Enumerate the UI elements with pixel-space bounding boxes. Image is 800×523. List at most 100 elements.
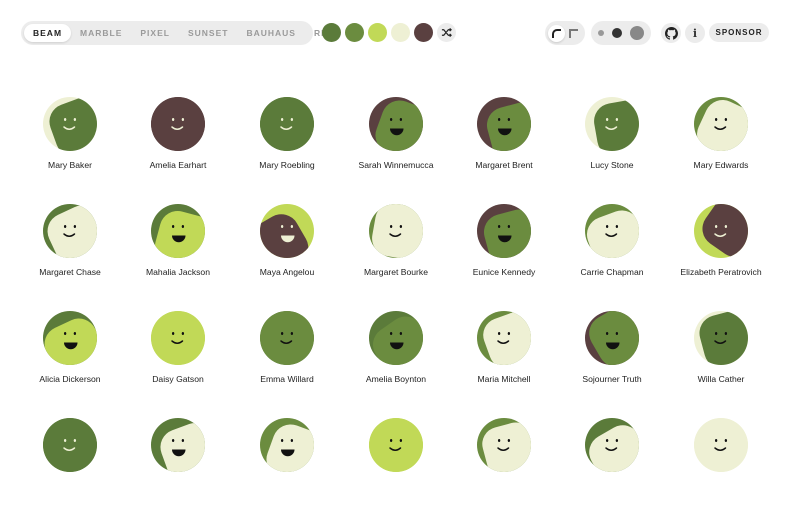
size-medium-button[interactable] [612, 28, 622, 38]
avatar [585, 204, 639, 258]
avatar [585, 418, 639, 472]
avatar-card[interactable] [665, 418, 777, 523]
info-button[interactable]: i [685, 23, 705, 43]
avatar-name: Mary Edwards [693, 160, 749, 170]
variant-tab-beam[interactable]: BEAM [24, 24, 72, 42]
avatar-name: Mahalia Jackson [145, 267, 210, 277]
avatar [151, 311, 205, 365]
avatar-card[interactable]: Maria Mitchell [448, 311, 560, 416]
palette-swatch[interactable] [391, 23, 410, 42]
size-toggle [591, 21, 651, 45]
avatar-name: Maya Angelou [259, 267, 315, 277]
avatar [477, 97, 531, 151]
avatar [585, 311, 639, 365]
avatar-card[interactable]: Mary Baker [14, 97, 126, 202]
round-shape-button[interactable] [548, 24, 565, 42]
avatar-card[interactable]: Emma Willard [231, 311, 343, 416]
avatar-name: Maria Mitchell [477, 374, 531, 384]
variant-tab-pixel[interactable]: PIXEL [131, 24, 179, 42]
avatar [694, 311, 748, 365]
size-large-button[interactable] [630, 26, 644, 40]
avatar [43, 418, 97, 472]
palette-swatches [322, 23, 456, 42]
avatar [151, 97, 205, 151]
avatar-card[interactable]: Maya Angelou [231, 204, 343, 309]
sponsor-button[interactable]: SPONSOR [709, 23, 769, 42]
avatar-card[interactable]: Lucy Stone [556, 97, 668, 202]
avatar [43, 204, 97, 258]
palette-swatch[interactable] [322, 23, 341, 42]
avatar-name: Daisy Gatson [152, 374, 204, 384]
avatar [151, 204, 205, 258]
square-shape-button[interactable] [565, 25, 582, 42]
avatar-name: Alicia Dickerson [39, 374, 101, 384]
variant-tab-bauhaus[interactable]: BAUHAUS [237, 24, 305, 42]
info-icon: i [692, 26, 698, 40]
palette-swatch[interactable] [345, 23, 364, 42]
avatar-card[interactable]: Eunice Kennedy [448, 204, 560, 309]
avatar-card[interactable]: Sojourner Truth [556, 311, 668, 416]
avatar-name: Sarah Winnemucca [358, 160, 434, 170]
avatar-card[interactable]: Amelia Earhart [122, 97, 234, 202]
avatar [260, 418, 314, 472]
avatar-card[interactable]: Mary Edwards [665, 97, 777, 202]
avatar [694, 418, 748, 472]
avatar-card[interactable]: Margaret Bourke [340, 204, 452, 309]
shuffle-button[interactable] [437, 23, 456, 42]
avatar [43, 97, 97, 151]
avatar-card[interactable]: Amelia Boynton [340, 311, 452, 416]
avatar [369, 418, 423, 472]
toolbar: BEAMMARBLEPIXELSUNSETBAUHAUSRING i SPONS… [0, 0, 800, 66]
square-shape-icon [569, 28, 578, 38]
avatar-card[interactable] [231, 418, 343, 523]
avatar-name: Elizabeth Peratrovich [680, 267, 762, 277]
avatar-name: Eunice Kennedy [472, 267, 536, 277]
shape-toggle [545, 21, 585, 45]
size-small-button[interactable] [598, 30, 604, 36]
palette-swatch[interactable] [368, 23, 387, 42]
avatar-card[interactable]: Elizabeth Peratrovich [665, 204, 777, 309]
github-icon [664, 26, 678, 40]
avatar [151, 418, 205, 472]
avatar [369, 311, 423, 365]
avatar [477, 311, 531, 365]
avatar-name: Carrie Chapman [580, 267, 644, 277]
avatar-name: Emma Willard [260, 374, 314, 384]
avatar-card[interactable] [122, 418, 234, 523]
avatar [694, 97, 748, 151]
avatar-name: Amelia Earhart [149, 160, 207, 170]
avatar [43, 311, 97, 365]
avatar [585, 97, 639, 151]
avatar-name: Mary Roebling [259, 160, 315, 170]
palette-swatch[interactable] [414, 23, 433, 42]
avatar-name: Mary Baker [48, 160, 92, 170]
avatar-card[interactable]: Willa Cather [665, 311, 777, 416]
avatar-name: Sojourner Truth [582, 374, 642, 384]
variant-tab-marble[interactable]: MARBLE [71, 24, 131, 42]
avatar-name: Amelia Boynton [365, 374, 427, 384]
avatar-card[interactable]: Daisy Gatson [122, 311, 234, 416]
variant-tab-sunset[interactable]: SUNSET [179, 24, 237, 42]
avatar [260, 97, 314, 151]
avatar-card[interactable]: Mary Roebling [231, 97, 343, 202]
avatar [477, 418, 531, 472]
avatar-name: Margaret Chase [39, 267, 101, 277]
avatar [369, 204, 423, 258]
avatar [369, 97, 423, 151]
avatar [694, 204, 748, 258]
avatar-card[interactable]: Mahalia Jackson [122, 204, 234, 309]
avatar-card[interactable]: Margaret Chase [14, 204, 126, 309]
avatar-card[interactable]: Carrie Chapman [556, 204, 668, 309]
avatar-card[interactable] [448, 418, 560, 523]
avatar-card[interactable]: Alicia Dickerson [14, 311, 126, 416]
avatar-card[interactable] [14, 418, 126, 523]
avatar-name: Willa Cather [697, 374, 745, 384]
avatar-card[interactable]: Sarah Winnemucca [340, 97, 452, 202]
avatar-card[interactable]: Margaret Brent [448, 97, 560, 202]
shuffle-icon [441, 27, 452, 38]
round-shape-icon [552, 28, 561, 38]
avatar-card[interactable] [556, 418, 668, 523]
github-button[interactable] [661, 23, 681, 43]
avatar-card[interactable] [340, 418, 452, 523]
avatar [260, 204, 314, 258]
